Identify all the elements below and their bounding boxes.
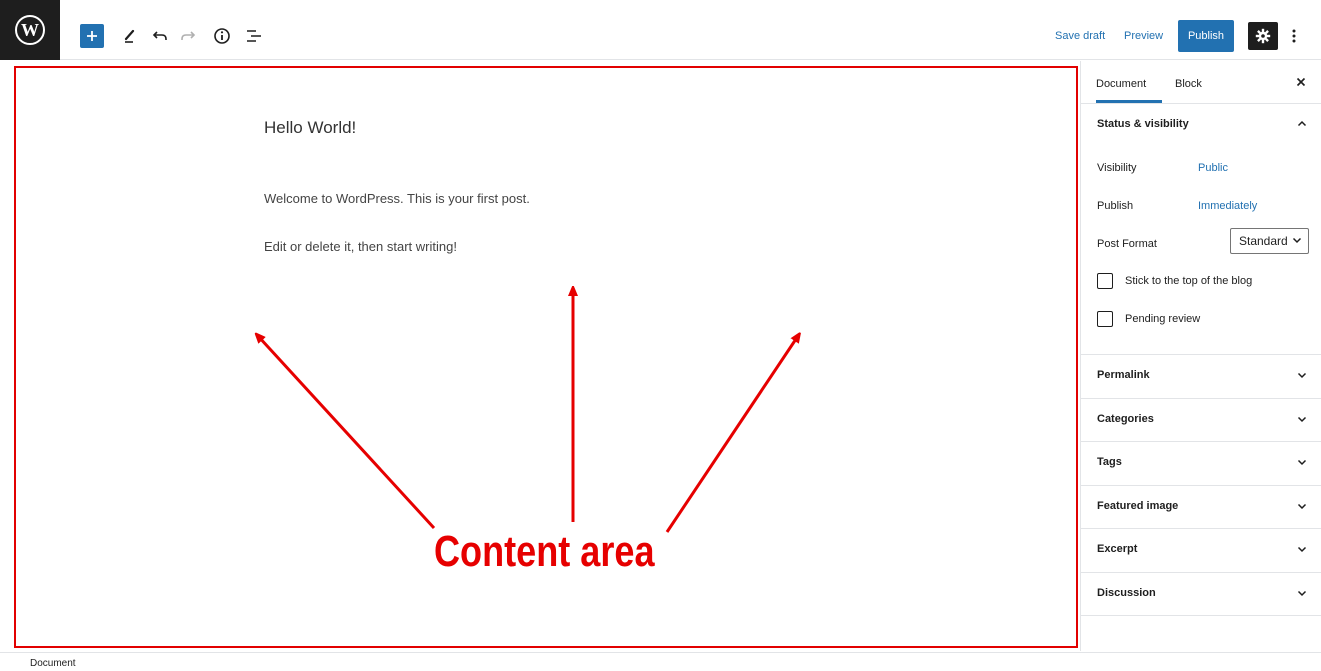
breadcrumb[interactable]: Document — [30, 658, 76, 669]
arrow-right — [665, 336, 798, 533]
chevron-down-icon — [1297, 372, 1307, 379]
sticky-label: Stick to the top of the blog — [1125, 275, 1253, 287]
sidebar-tabs: Document Block — [1081, 61, 1321, 104]
panel-title: Permalink — [1097, 369, 1150, 381]
panel-excerpt[interactable]: Excerpt — [1081, 529, 1321, 573]
post-format-value: Standard — [1239, 234, 1288, 248]
pending-review-label: Pending review — [1125, 313, 1201, 325]
panel-title: Discussion — [1097, 587, 1156, 599]
chevron-down-icon — [1297, 546, 1307, 553]
status-visibility-body: Visibility Public Publish Immediately Po… — [1081, 146, 1321, 355]
chevron-down-icon — [1292, 237, 1302, 244]
settings-sidebar: Document Block Status & visibility Visib… — [1080, 61, 1321, 651]
chevron-up-icon — [1297, 120, 1307, 127]
annotation-label: Content area — [434, 527, 655, 576]
post-format-select[interactable]: Standard — [1230, 228, 1309, 254]
editor-footer: Document — [0, 652, 1321, 671]
panel-title: Status & visibility — [1097, 118, 1189, 130]
panel-title: Featured image — [1097, 500, 1179, 512]
panel-title: Excerpt — [1097, 543, 1138, 555]
sticky-checkbox[interactable] — [1097, 273, 1113, 289]
panel-permalink[interactable]: Permalink — [1081, 355, 1321, 399]
panel-categories[interactable]: Categories — [1081, 399, 1321, 442]
panel-title: Categories — [1097, 413, 1154, 425]
chevron-down-icon — [1297, 459, 1307, 466]
panel-featured-image[interactable]: Featured image — [1081, 486, 1321, 529]
arrow-left — [258, 336, 436, 530]
close-icon — [1296, 77, 1306, 87]
chevron-down-icon — [1297, 503, 1307, 510]
panel-title: Tags — [1097, 456, 1122, 468]
chevron-down-icon — [1297, 416, 1307, 423]
close-sidebar-button[interactable] — [1293, 74, 1309, 90]
tab-block[interactable]: Block — [1175, 61, 1202, 103]
publish-date-toggle[interactable]: Immediately — [1198, 200, 1257, 212]
chevron-down-icon — [1297, 590, 1307, 597]
panel-status-visibility[interactable]: Status & visibility — [1081, 104, 1321, 146]
pending-review-checkbox[interactable] — [1097, 311, 1113, 327]
post-format-label: Post Format — [1097, 238, 1157, 250]
panel-tags[interactable]: Tags — [1081, 442, 1321, 486]
tab-document[interactable]: Document — [1096, 61, 1162, 103]
visibility-toggle[interactable]: Public — [1198, 162, 1228, 174]
panel-discussion[interactable]: Discussion — [1081, 573, 1321, 616]
publish-label: Publish — [1097, 200, 1134, 212]
visibility-label: Visibility — [1097, 162, 1137, 174]
